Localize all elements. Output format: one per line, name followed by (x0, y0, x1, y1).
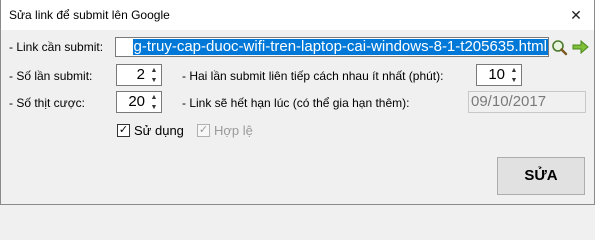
use-checkbox[interactable]: ✓ (117, 124, 130, 137)
bid-label: - Số thịt cược: (9, 96, 85, 110)
submit-count-label: - Số lần submit: (9, 69, 93, 83)
window-title: Sửa link để submit lên Google (9, 8, 170, 22)
bid-value: 20 (128, 93, 145, 110)
submit-count-stepper[interactable]: 2 ▲ ▼ (116, 64, 162, 86)
close-icon[interactable]: ✕ (562, 3, 590, 27)
bid-stepper[interactable]: 20 ▲ ▼ (116, 91, 162, 113)
valid-checkbox: ✓ (197, 124, 210, 137)
title-bar: Sửa link để submit lên Google ✕ (1, 0, 594, 30)
submit-count-value: 2 (136, 66, 145, 83)
link-input[interactable]: g-truy-cap-duoc-wifi-tren-laptop-cai-win… (115, 37, 549, 57)
interval-value: 10 (488, 66, 505, 83)
spin-up-icon[interactable]: ▲ (149, 66, 159, 75)
dialog-window: Sửa link để submit lên Google ✕ - Link c… (0, 0, 595, 205)
spin-down-icon[interactable]: ▼ (149, 76, 159, 85)
link-input-value: g-truy-cap-duoc-wifi-tren-laptop-cai-win… (132, 38, 548, 55)
use-label[interactable]: Sử dụng (134, 123, 184, 138)
green-arrow-icon[interactable] (571, 37, 589, 57)
expiry-date-field: 09/10/2017 (468, 91, 586, 113)
magnifier-icon[interactable] (551, 37, 569, 57)
save-button[interactable]: SỬA (497, 157, 585, 195)
link-label: - Link cần submit: (9, 40, 104, 54)
interval-stepper[interactable]: 10 ▲ ▼ (476, 64, 522, 86)
spin-up-icon[interactable]: ▲ (149, 93, 159, 102)
spin-up-icon[interactable]: ▲ (509, 66, 519, 75)
spin-down-icon[interactable]: ▼ (509, 76, 519, 85)
spin-down-icon[interactable]: ▼ (149, 103, 159, 112)
interval-label: - Hai lần submit liên tiếp cách nhau ít … (182, 69, 444, 83)
expiry-label: - Link sẽ hết hạn lúc (có thể gia hạn th… (182, 96, 410, 110)
valid-label: Hợp lệ (214, 123, 253, 138)
